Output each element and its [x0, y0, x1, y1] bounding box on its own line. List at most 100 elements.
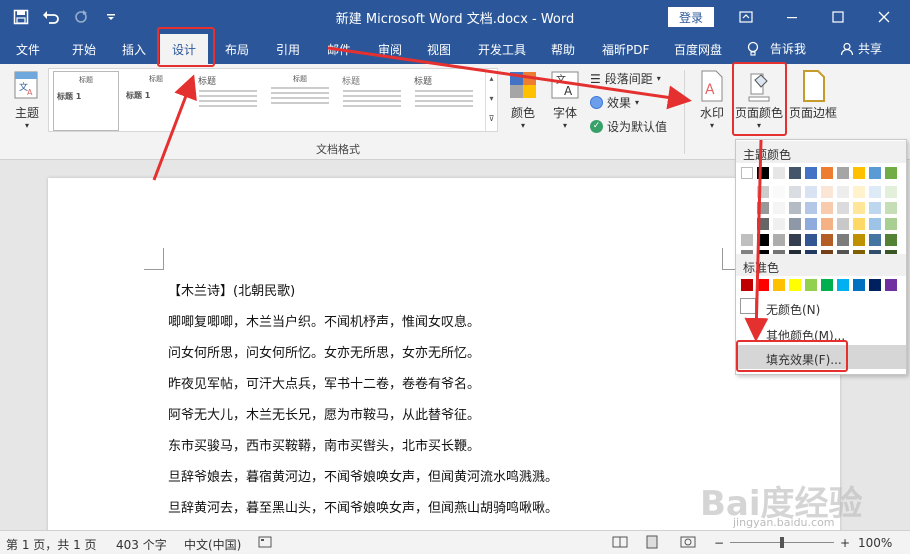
theme-color-swatch[interactable] — [773, 186, 785, 198]
minimize-icon[interactable] — [772, 0, 812, 34]
tab-help[interactable]: 帮助 — [551, 41, 575, 58]
theme-color-swatch[interactable] — [805, 186, 817, 198]
login-button[interactable]: 登录 — [668, 7, 714, 27]
share-button[interactable]: 共享 — [840, 40, 882, 57]
tab-insert[interactable]: 插入 — [122, 41, 146, 58]
theme-color-swatch[interactable] — [837, 202, 849, 214]
theme-color-swatch[interactable] — [789, 234, 801, 246]
theme-color-swatch[interactable] — [773, 202, 785, 214]
theme-color-swatch[interactable] — [853, 234, 865, 246]
zoom-in-icon[interactable]: + — [840, 536, 850, 550]
theme-color-swatch[interactable] — [837, 186, 849, 198]
no-color-option[interactable]: 无颜色(N) — [736, 295, 906, 319]
set-as-default-button[interactable]: ✓ 设为默认值 — [590, 118, 667, 135]
style-set-thumbnail[interactable]: 标题 标题 1 — [123, 71, 189, 131]
theme-color-swatch[interactable] — [853, 186, 865, 198]
watermark-button[interactable]: A 水印 ▾ — [694, 70, 730, 130]
theme-color-swatch[interactable] — [885, 186, 897, 198]
theme-color-swatch[interactable] — [853, 167, 865, 179]
ribbon-display-options-icon[interactable] — [726, 0, 766, 34]
theme-color-swatch[interactable] — [757, 186, 769, 198]
theme-color-swatch[interactable] — [757, 234, 769, 246]
zoom-slider-thumb[interactable] — [780, 537, 784, 548]
paragraph-spacing-button[interactable]: ☰ 段落间距 ▾ — [590, 70, 661, 87]
theme-color-swatch[interactable] — [885, 167, 897, 179]
page-count[interactable]: 第 1 页，共 1 页 — [6, 536, 97, 553]
tab-review[interactable]: 审阅 — [378, 41, 402, 58]
tab-mailings[interactable]: 邮件 — [327, 41, 351, 58]
theme-color-swatch[interactable] — [821, 167, 833, 179]
tab-home[interactable]: 开始 — [72, 41, 96, 58]
theme-color-swatch[interactable] — [789, 218, 801, 230]
style-set-thumbnail[interactable]: 标题 — [411, 71, 477, 131]
macro-record-icon[interactable] — [258, 535, 272, 552]
tab-layout[interactable]: 布局 — [225, 41, 249, 58]
gallery-scroll-arrows-icon[interactable]: ▴ ▾ ⊽ — [485, 69, 497, 131]
theme-color-swatch[interactable] — [773, 234, 785, 246]
style-set-thumbnail[interactable]: 标题 — [339, 71, 405, 131]
theme-color-swatch[interactable] — [885, 234, 897, 246]
fonts-button[interactable]: 文A 字体 ▾ — [548, 70, 582, 130]
page-borders-button[interactable]: 页面边框 — [788, 70, 838, 121]
theme-color-swatch[interactable] — [757, 218, 769, 230]
theme-color-swatch[interactable] — [821, 202, 833, 214]
standard-color-swatch[interactable] — [837, 279, 849, 291]
theme-color-swatch[interactable] — [821, 218, 833, 230]
standard-color-swatch[interactable] — [885, 279, 897, 291]
theme-color-swatch[interactable] — [821, 186, 833, 198]
tab-baidu-netdisk[interactable]: 百度网盘 — [674, 41, 722, 58]
standard-color-swatch[interactable] — [869, 279, 881, 291]
theme-color-swatch[interactable] — [837, 218, 849, 230]
theme-color-swatch[interactable] — [805, 218, 817, 230]
tab-developer[interactable]: 开发工具 — [478, 41, 526, 58]
tell-me-search[interactable]: 告诉我 — [746, 40, 806, 57]
style-set-thumbnail[interactable]: 标题 标题 1 — [53, 71, 119, 131]
theme-color-swatch[interactable] — [741, 218, 753, 230]
zoom-out-icon[interactable]: − — [714, 536, 724, 550]
theme-color-swatch[interactable] — [821, 234, 833, 246]
style-set-thumbnail[interactable]: 标题 — [267, 71, 333, 131]
theme-color-swatch[interactable] — [869, 167, 881, 179]
theme-color-swatch[interactable] — [741, 167, 753, 179]
standard-color-swatch[interactable] — [773, 279, 785, 291]
read-mode-icon[interactable] — [612, 535, 628, 552]
theme-color-swatch[interactable] — [805, 234, 817, 246]
standard-color-swatch[interactable] — [741, 279, 753, 291]
standard-color-swatch[interactable] — [757, 279, 769, 291]
maximize-icon[interactable] — [818, 0, 858, 34]
theme-color-swatch[interactable] — [853, 202, 865, 214]
tab-view[interactable]: 视图 — [427, 41, 451, 58]
theme-color-swatch[interactable] — [789, 167, 801, 179]
standard-color-swatch[interactable] — [805, 279, 817, 291]
theme-color-swatch[interactable] — [741, 186, 753, 198]
theme-color-swatch[interactable] — [741, 202, 753, 214]
theme-color-swatch[interactable] — [805, 167, 817, 179]
theme-color-swatch[interactable] — [805, 202, 817, 214]
tab-file[interactable]: 文件 — [16, 41, 40, 58]
theme-color-swatch[interactable] — [741, 234, 753, 246]
theme-color-swatch[interactable] — [869, 234, 881, 246]
theme-color-swatch[interactable] — [869, 186, 881, 198]
standard-color-swatch[interactable] — [789, 279, 801, 291]
standard-color-swatch[interactable] — [853, 279, 865, 291]
theme-color-swatch[interactable] — [869, 218, 881, 230]
theme-color-swatch[interactable] — [869, 202, 881, 214]
theme-color-swatch[interactable] — [789, 186, 801, 198]
tab-references[interactable]: 引用 — [276, 41, 300, 58]
theme-color-swatch[interactable] — [837, 167, 849, 179]
theme-color-swatch[interactable] — [885, 218, 897, 230]
close-icon[interactable] — [864, 0, 904, 34]
colors-button[interactable]: 颜色 ▾ — [506, 70, 540, 130]
language-indicator[interactable]: 中文(中国) — [184, 536, 241, 553]
theme-color-swatch[interactable] — [885, 202, 897, 214]
web-layout-icon[interactable] — [680, 535, 696, 552]
word-count[interactable]: 403 个字 — [116, 536, 167, 553]
standard-color-swatch[interactable] — [821, 279, 833, 291]
theme-color-swatch[interactable] — [757, 167, 769, 179]
theme-color-swatch[interactable] — [853, 218, 865, 230]
tab-foxit-pdf[interactable]: 福昕PDF — [602, 41, 649, 58]
theme-color-swatch[interactable] — [773, 218, 785, 230]
theme-color-swatch[interactable] — [757, 202, 769, 214]
themes-button[interactable]: 文A 主题 ▾ — [10, 70, 44, 130]
print-layout-icon[interactable] — [645, 535, 659, 552]
